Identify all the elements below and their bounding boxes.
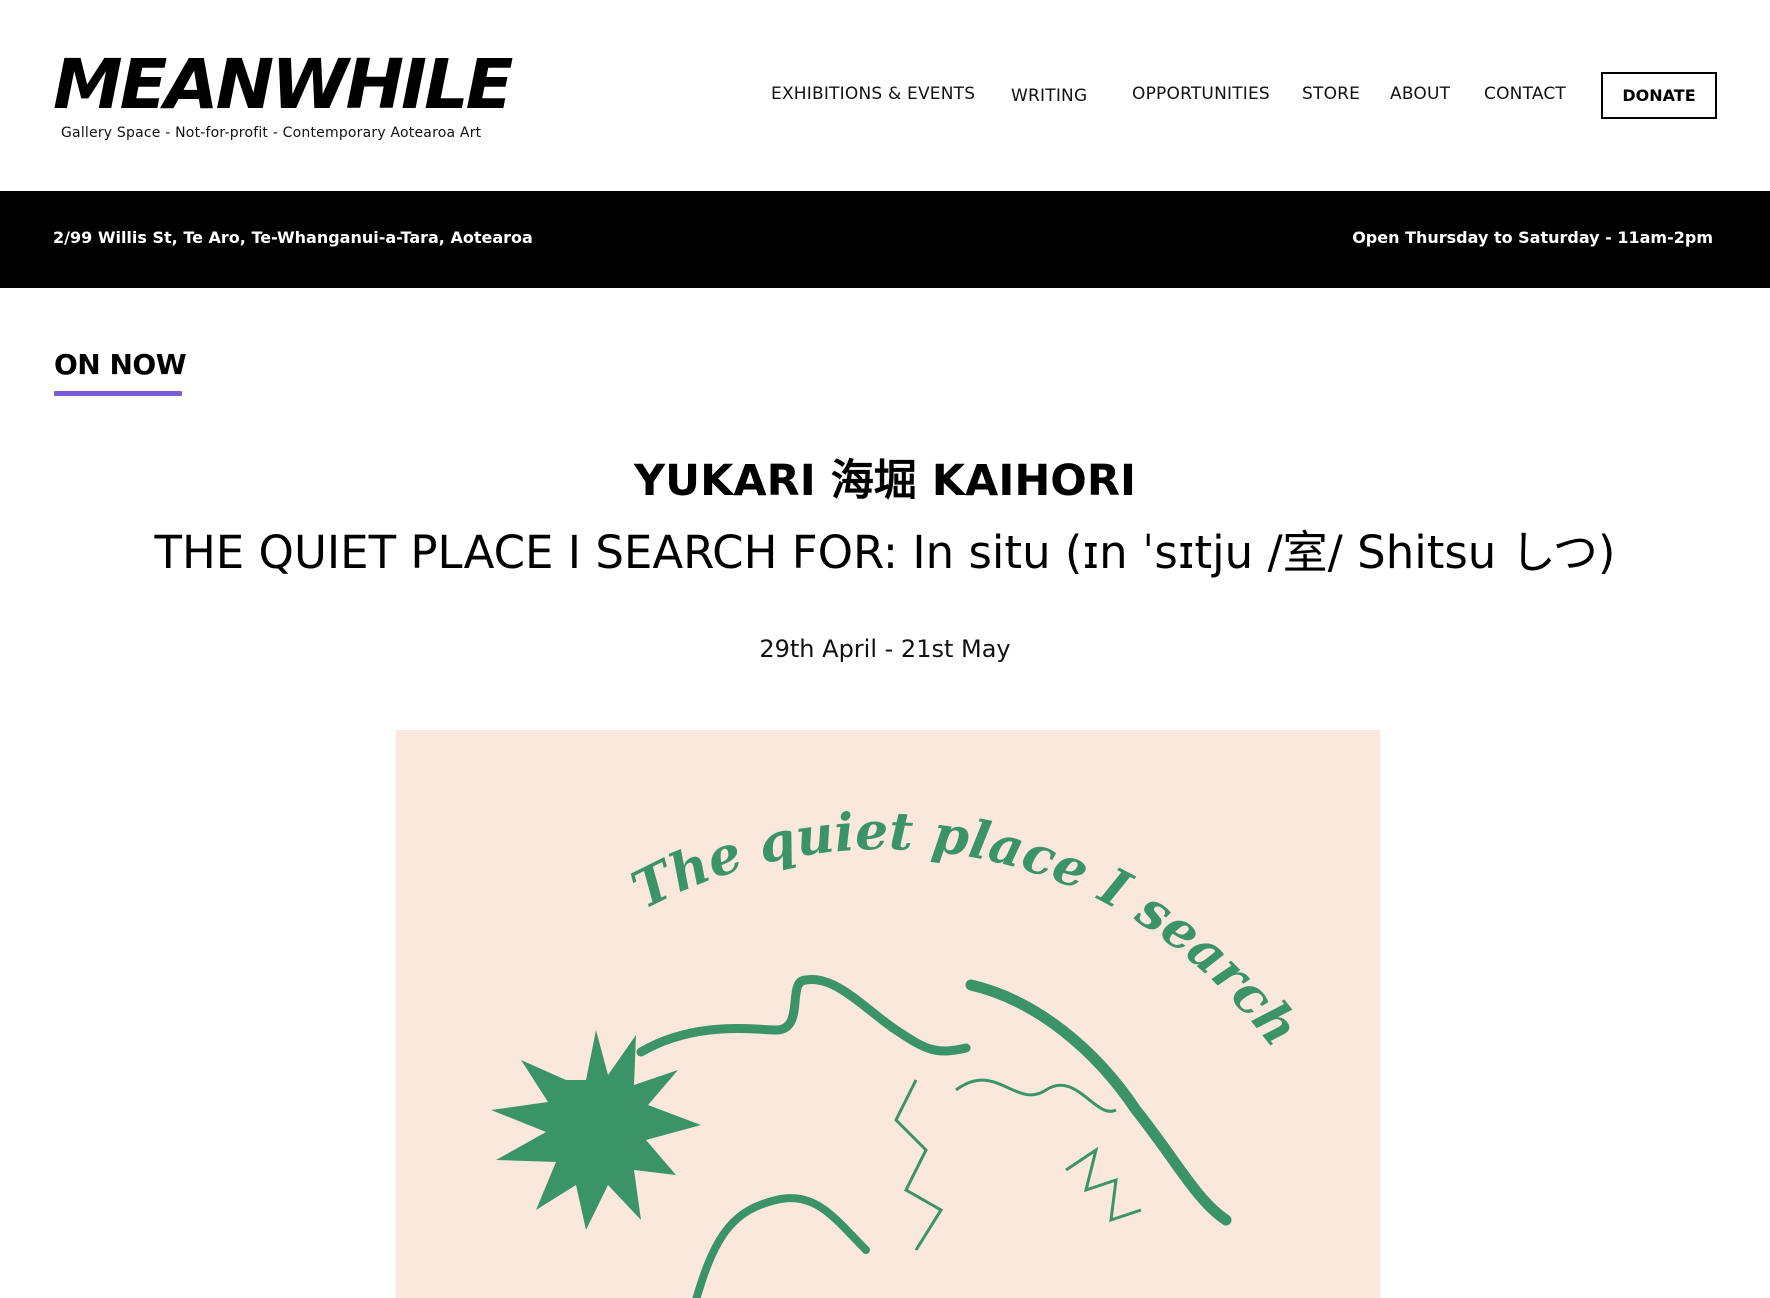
nav-writing[interactable]: WRITING	[1011, 86, 1087, 106]
nav-opportunities[interactable]: OPPORTUNITIES	[1132, 84, 1270, 104]
nav-about[interactable]: ABOUT	[1390, 84, 1450, 104]
poster-squiggle-bottom	[692, 1194, 870, 1298]
section-heading-underline	[54, 391, 182, 396]
site-header: MEANWHILE Gallery Space - Not-for-profit…	[0, 0, 1770, 191]
donate-button[interactable]: DONATE	[1601, 72, 1717, 119]
info-bar: 2/99 Willis St, Te Aro, Te-Whanganui-a-T…	[0, 191, 1770, 288]
nav-store[interactable]: STORE	[1302, 84, 1360, 104]
main-nav: EXHIBITIONS & EVENTS WRITING OPPORTUNITI…	[0, 72, 1770, 120]
exhibition-poster[interactable]: The quiet place I search for:	[396, 730, 1380, 1298]
poster-curved-text: The quiet place I search for:	[396, 730, 1311, 1058]
poster-wiggle-middle	[894, 1078, 1142, 1251]
artist-name: YUKARI 海堀 KAIHORI	[634, 456, 1136, 506]
nav-contact[interactable]: CONTACT	[1484, 84, 1566, 104]
logo-tagline: Gallery Space - Not-for-profit - Contemp…	[61, 125, 482, 141]
section-heading-on-now: ON NOW	[54, 348, 187, 381]
poster-artwork: The quiet place I search for:	[396, 730, 1311, 1298]
nav-exhibitions-events[interactable]: EXHIBITIONS & EVENTS	[771, 84, 975, 104]
poster-starburst-shape	[491, 1030, 701, 1230]
opening-hours: Open Thursday to Saturday - 11am-2pm	[1352, 228, 1713, 247]
exhibition-dates: 29th April - 21st May	[759, 635, 1011, 663]
gallery-address: 2/99 Willis St, Te Aro, Te-Whanganui-a-T…	[53, 228, 533, 247]
poster-squiggle-top	[636, 975, 971, 1057]
exhibition-title: THE QUIET PLACE I SEARCH FOR: In situ (ɪ…	[154, 526, 1616, 579]
